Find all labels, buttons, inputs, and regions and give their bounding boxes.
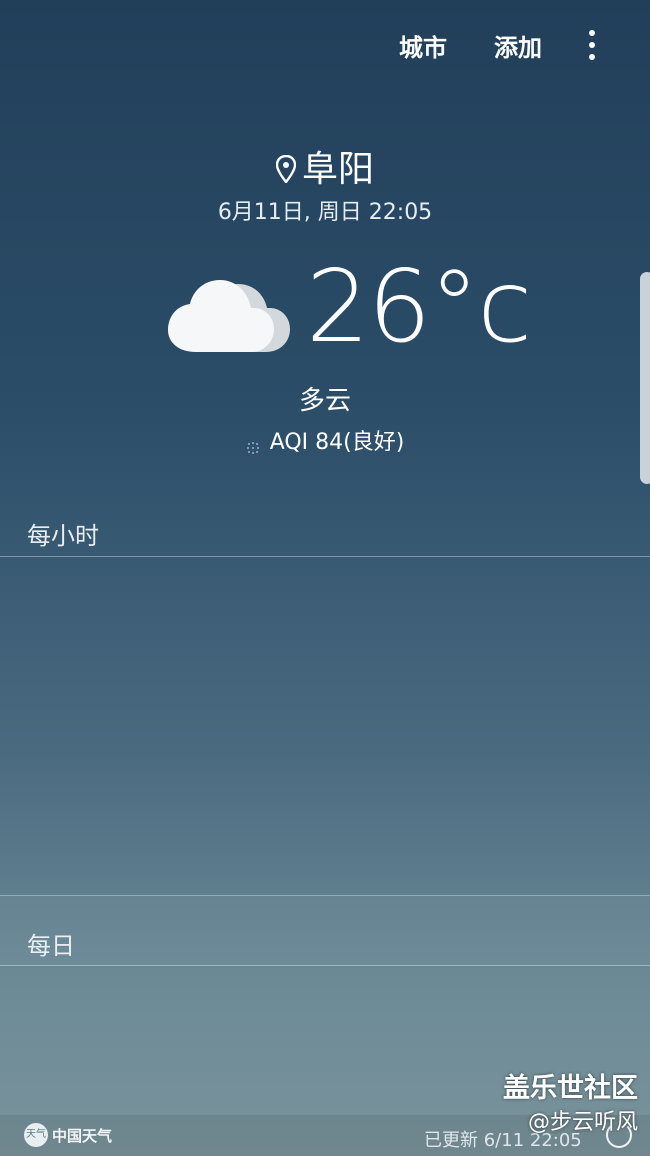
watermark-user: @步云听风 [527,1110,638,1135]
provider-logo[interactable]: 天气 中国天气 [24,1122,112,1148]
more-options-icon[interactable] [586,30,598,60]
provider-name: 中国天气 [52,1126,113,1145]
top-bar: 城市 添加 [0,0,650,90]
scroll-handle[interactable] [640,272,650,484]
add-button[interactable]: 添加 [494,28,542,63]
date-time: 6月11日, 周日 22:05 [217,200,433,225]
daily-header-band [0,896,650,966]
daily-divider [0,965,650,966]
aqi-indicator[interactable]: AQI 84(良好) [0,424,650,456]
cloudy-icon [166,268,292,356]
watermark-community: 盖乐世社区 [503,1073,638,1104]
daily-label: 每日 [27,932,75,960]
location-pin-icon [275,151,297,192]
weather-condition: 多云 [298,386,351,416]
aqi-value: AQI 84(良好) [269,430,405,455]
aqi-dots-icon [246,436,260,454]
provider-logo-icon: 天气 [24,1123,48,1147]
city-name: 阜阳 [301,149,374,190]
hourly-forecast-area[interactable] [0,557,650,895]
hourly-label: 每小时 [27,522,99,550]
city-button[interactable]: 城市 [399,28,447,63]
city-title: 阜阳 [0,140,650,192]
temperature: 26°c [306,248,532,365]
